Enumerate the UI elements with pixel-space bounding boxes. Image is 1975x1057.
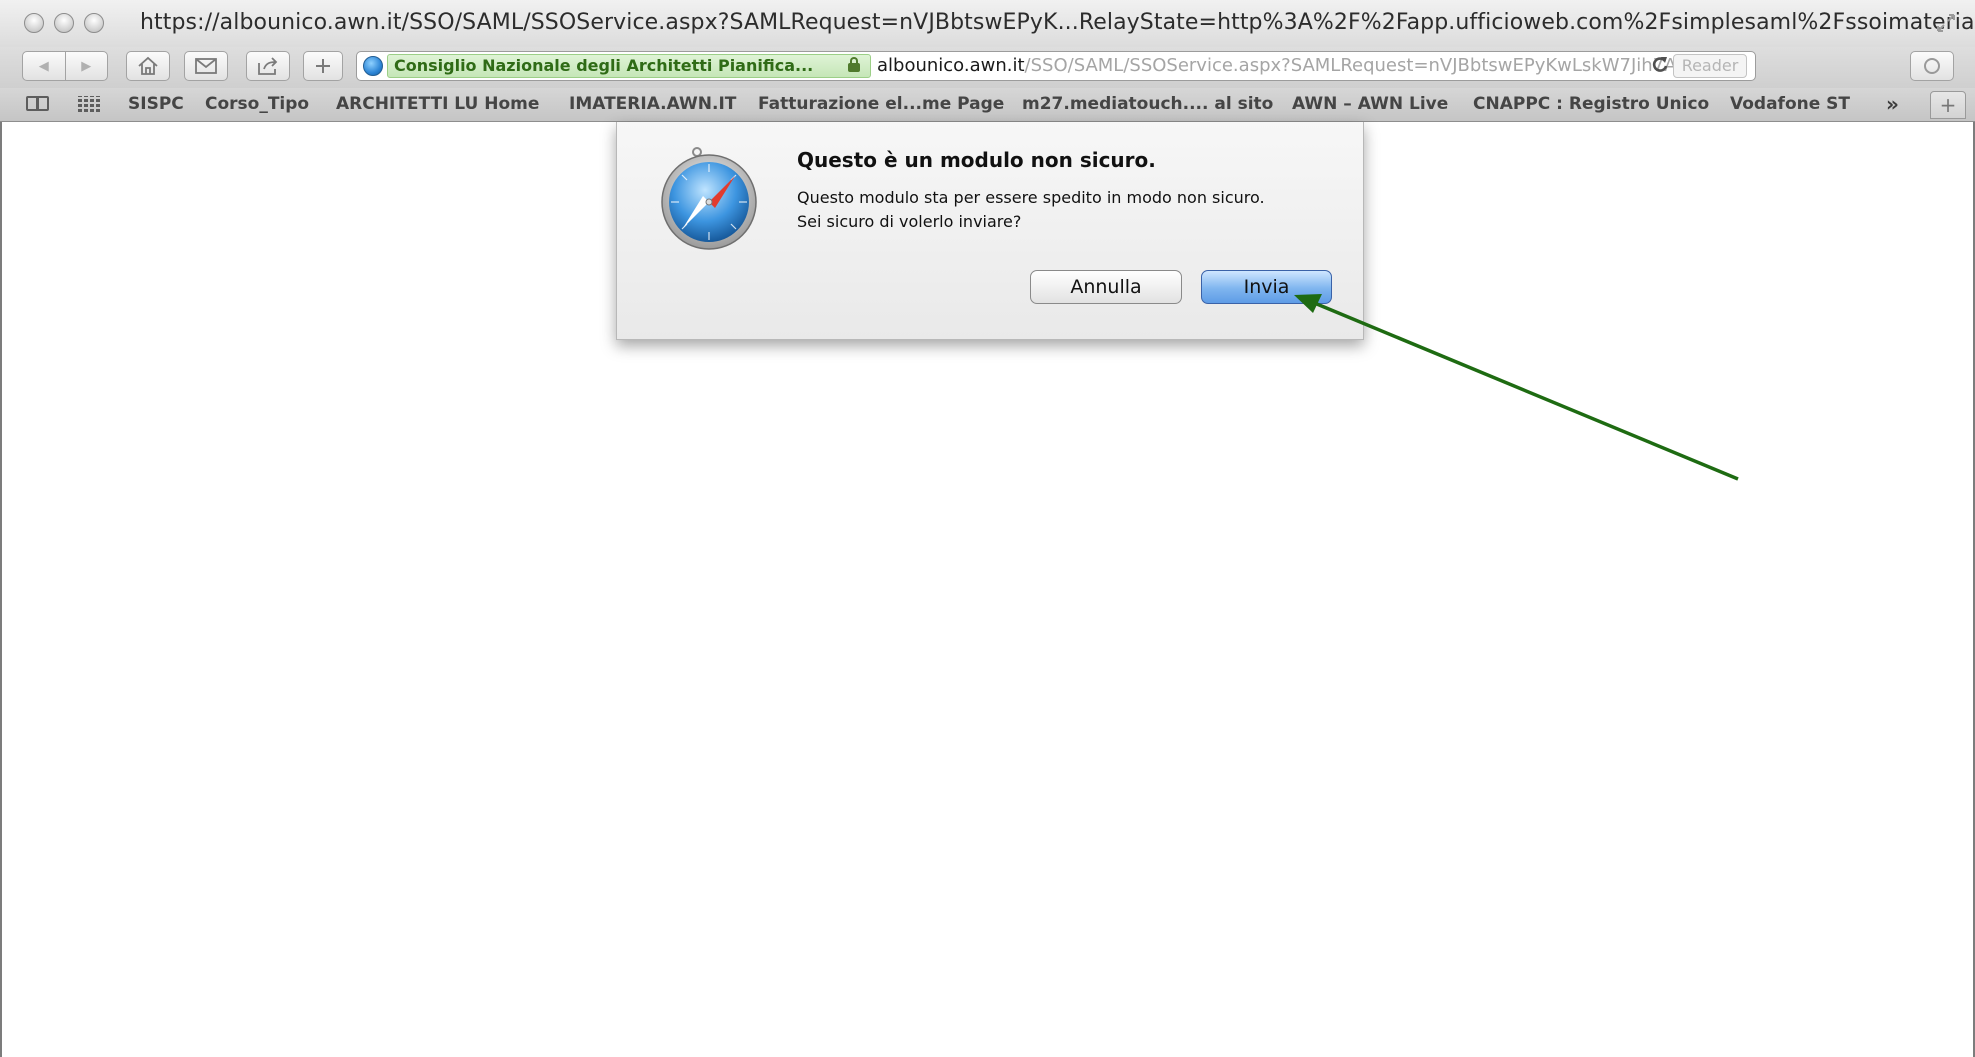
lock-icon[interactable] xyxy=(847,57,861,73)
bookmark-item[interactable]: m27.mediatouch.... al sito xyxy=(1022,94,1273,114)
share-icon xyxy=(258,57,278,75)
mail-icon xyxy=(195,58,217,74)
bookmark-item[interactable]: IMATERIA.AWN.IT xyxy=(569,94,736,114)
browser-toolbar: ◀ ▶ Consiglio Nazionale degli Architetti… xyxy=(0,47,1975,88)
url-path: /SSO/SAML/SSOService.aspx?SAMLRequest=nV… xyxy=(1024,55,1690,76)
bookmarks-book-icon[interactable] xyxy=(26,96,52,113)
mail-button[interactable] xyxy=(184,51,228,81)
safari-compass-icon xyxy=(661,146,757,250)
zoom-window-button[interactable] xyxy=(84,13,104,33)
bookmark-item[interactable]: CNAPPC : Registro Unico xyxy=(1473,94,1709,114)
home-button[interactable] xyxy=(126,51,170,81)
home-icon xyxy=(138,56,158,75)
url-text[interactable]: albounico.awn.it/SSO/SAML/SSOService.asp… xyxy=(877,55,1690,76)
new-tab-button[interactable]: + xyxy=(1930,91,1966,119)
downloads-icon xyxy=(1924,58,1940,74)
close-window-button[interactable] xyxy=(24,13,44,33)
window-title: https://albounico.awn.it/SSO/SAML/SSOSer… xyxy=(140,10,1975,35)
book-page-right xyxy=(37,96,49,111)
fullscreen-icon[interactable] xyxy=(1935,12,1957,34)
back-forward-buttons: ◀ ▶ xyxy=(22,51,108,81)
cancel-button[interactable]: Annulla xyxy=(1030,270,1182,304)
back-button[interactable]: ◀ xyxy=(23,59,65,74)
dialog-message-line: Sei sicuro di volerlo inviare? xyxy=(797,212,1022,231)
dialog-message-line: Questo modulo sta per essere spedito in … xyxy=(797,188,1265,207)
top-sites-grid-icon[interactable] xyxy=(78,96,102,112)
reload-icon[interactable] xyxy=(1651,54,1669,79)
dialog-message: Questo modulo sta per essere spedito in … xyxy=(797,186,1265,234)
ev-certificate-label[interactable]: Consiglio Nazionale degli Architetti Pia… xyxy=(387,54,871,78)
url-host: albounico.awn.it xyxy=(877,55,1025,76)
address-bar[interactable]: Consiglio Nazionale degli Architetti Pia… xyxy=(356,51,1756,81)
reader-button[interactable]: Reader xyxy=(1673,54,1747,78)
window-title-bar: https://albounico.awn.it/SSO/SAML/SSOSer… xyxy=(0,0,1975,47)
insecure-form-dialog: Questo è un modulo non sicuro. Questo mo… xyxy=(616,122,1364,340)
forward-button[interactable]: ▶ xyxy=(66,59,108,74)
minimize-window-button[interactable] xyxy=(54,13,74,33)
globe-icon xyxy=(363,56,383,76)
share-button[interactable] xyxy=(246,51,290,81)
bookmark-item[interactable]: Fatturazione el...me Page xyxy=(758,94,1004,114)
bookmarks-overflow-button[interactable]: » xyxy=(1886,92,1899,116)
bookmark-item[interactable]: Vodafone ST xyxy=(1730,94,1850,114)
lock-body xyxy=(848,63,860,72)
bookmark-item[interactable]: SISPC xyxy=(128,94,184,114)
send-button[interactable]: Invia xyxy=(1201,270,1332,304)
downloads-button[interactable] xyxy=(1910,51,1954,81)
plus-icon xyxy=(316,59,330,73)
bookmark-item[interactable]: ARCHITETTI LU Home xyxy=(336,94,539,114)
bookmarks-bar: SISPC Corso_Tipo ARCHITETTI LU Home IMAT… xyxy=(0,88,1975,122)
dialog-title: Questo è un modulo non sicuro. xyxy=(797,148,1156,172)
add-bookmark-button[interactable] xyxy=(303,51,343,81)
bookmark-item[interactable]: Corso_Tipo xyxy=(205,94,309,114)
bookmark-item[interactable]: AWN – AWN Live xyxy=(1292,94,1448,114)
